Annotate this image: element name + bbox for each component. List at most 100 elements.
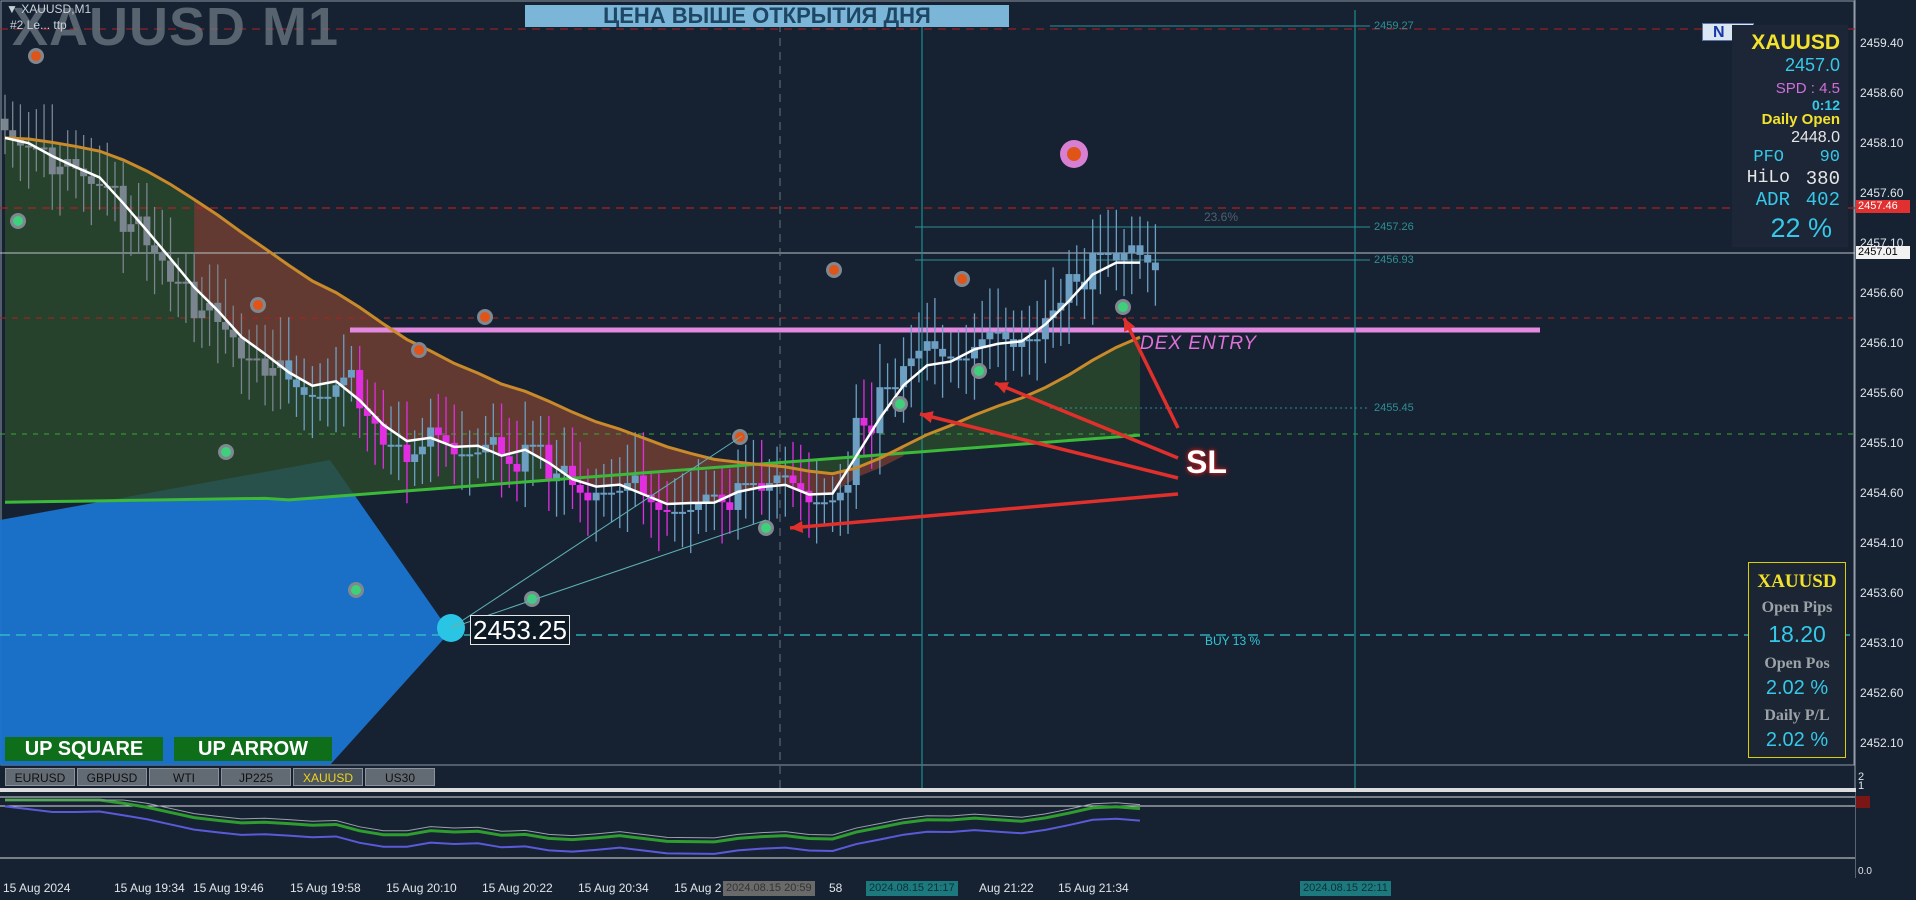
tab-xauusd[interactable]: XAUUSD (293, 768, 363, 786)
acct-symbol: XAUUSD (1757, 571, 1837, 592)
candle-body (403, 444, 411, 462)
candle-body (569, 465, 576, 486)
crosshair-time-box: 2024.08.15 20:59 (723, 881, 815, 896)
chart-comment-label: #2 Le... ttp (10, 18, 67, 32)
buy-percent-label: BUY 13 % (1205, 634, 1261, 648)
time-tick: 15 Aug 20:22 (482, 881, 553, 895)
candle-body (891, 387, 899, 390)
current-price-box: 2457.01 (1856, 246, 1910, 259)
swing-marker (13, 216, 23, 226)
candle-body (781, 475, 789, 478)
candle-body (151, 245, 159, 253)
candle-body (1144, 254, 1152, 263)
subwindow-scale-bottom: 1 (1858, 780, 1865, 792)
sl-arrowhead (790, 520, 804, 533)
fib-level-label: 23.6% (1204, 210, 1239, 224)
candle-body (836, 492, 844, 501)
time-tick: 58 (829, 881, 843, 895)
symbol-info-panel: XAUUSD 2457.0 SPD : 4.5 0:12 Daily Open … (1732, 25, 1848, 247)
candle-body (584, 492, 592, 501)
info-pfo-label: PFO (1753, 148, 1784, 167)
top-pivot-marker (1067, 147, 1081, 161)
candle-body (1136, 245, 1144, 255)
candle-body (411, 454, 419, 462)
candle-body (884, 387, 892, 390)
acct-open-pips-label: Open Pips (1761, 599, 1833, 616)
info-spread: SPD : 4.5 (1775, 80, 1840, 97)
info-hilo-label: HiLo (1746, 168, 1790, 188)
candle-body (1, 118, 9, 131)
candle-body (820, 502, 828, 505)
trend-line (450, 519, 767, 629)
candle-body (1073, 274, 1081, 282)
candle-body (96, 183, 104, 186)
tab-eurusd[interactable]: EURUSD (5, 768, 75, 786)
candle-body (687, 509, 695, 512)
candle-body (710, 494, 718, 497)
candle-body (726, 502, 734, 510)
price-above-daily-open-banner: ЦЕНА ВЫШЕ ОТКРЫТИЯ ДНЯ (525, 5, 1009, 27)
info-daily-open-label: Daily Open (1761, 111, 1840, 128)
candle-body (308, 394, 316, 397)
candle-body (1128, 245, 1136, 253)
swing-marker (1118, 302, 1128, 312)
up-arrow-button[interactable]: UP ARROW (174, 737, 332, 761)
chart-symbol-label: ▼ XAUUSD,M1 (6, 2, 92, 16)
swing-marker (957, 274, 967, 284)
candle-body (1089, 252, 1097, 290)
subwindow-divider[interactable] (0, 788, 1856, 792)
crosshair-time-box: 2024.08.15 22:11 (1300, 881, 1391, 896)
swing-marker (253, 300, 263, 310)
candle-body (655, 502, 663, 510)
price-tick: 2454.10 (1860, 536, 1904, 550)
candle-body (324, 396, 332, 399)
time-tick: 15 Aug 19:34 (114, 881, 185, 895)
candle-body (505, 456, 513, 464)
candle-body (986, 331, 994, 340)
candle-body (616, 490, 624, 493)
candle-body (245, 358, 253, 361)
candle-body (261, 358, 269, 376)
time-tick: 15 Aug 20:10 (386, 881, 457, 895)
account-panel: XAUUSD Open Pips 18.20 Open Pos 2.02 % D… (1748, 562, 1846, 758)
tab-gbpusd[interactable]: GBPUSD (77, 768, 147, 786)
candle-body (174, 281, 182, 284)
swing-marker (414, 345, 424, 355)
price-chart[interactable] (0, 0, 1916, 900)
price-tick: 2454.60 (1860, 486, 1904, 500)
candle-body (458, 454, 466, 457)
price-tick: 2457.60 (1860, 186, 1904, 200)
tab-wti[interactable]: WTI (149, 768, 219, 786)
price-tick: 2453.60 (1860, 586, 1904, 600)
candle-body (600, 492, 608, 495)
candle-body (316, 396, 324, 399)
candle-body (332, 385, 340, 397)
candle-body (466, 454, 474, 457)
acct-daily-pl-label: Daily P/L (1764, 707, 1830, 724)
candle-body (489, 437, 497, 445)
tab-jp225[interactable]: JP225 (221, 768, 291, 786)
candle-body (631, 475, 639, 484)
candle-body (127, 224, 135, 232)
stop-loss-label: SL (1186, 444, 1227, 480)
up-square-button[interactable]: UP SQUARE (5, 737, 163, 761)
candle-body (789, 475, 797, 484)
candle-body (1002, 331, 1010, 340)
price-axis: 2459.40 2458.60 2458.10 2457.60 2457.10 … (1856, 0, 1916, 765)
swing-marker (351, 585, 361, 595)
time-tick: 15 Aug 21:34 (1058, 881, 1129, 895)
candle-body (158, 252, 166, 261)
candle-body (608, 492, 616, 495)
swing-marker (761, 523, 771, 533)
subwindow-red-box (1856, 796, 1870, 808)
candle-body (253, 358, 261, 361)
candle-body (1025, 339, 1033, 342)
candle-body (111, 185, 119, 188)
level-label-4: 2455.45 (1374, 402, 1414, 414)
candle-body (474, 452, 482, 455)
candle-body (387, 444, 395, 447)
tab-us30[interactable]: US30 (365, 768, 435, 786)
candle-body (844, 485, 852, 493)
candle-body (860, 417, 868, 426)
candle-body (907, 358, 915, 367)
